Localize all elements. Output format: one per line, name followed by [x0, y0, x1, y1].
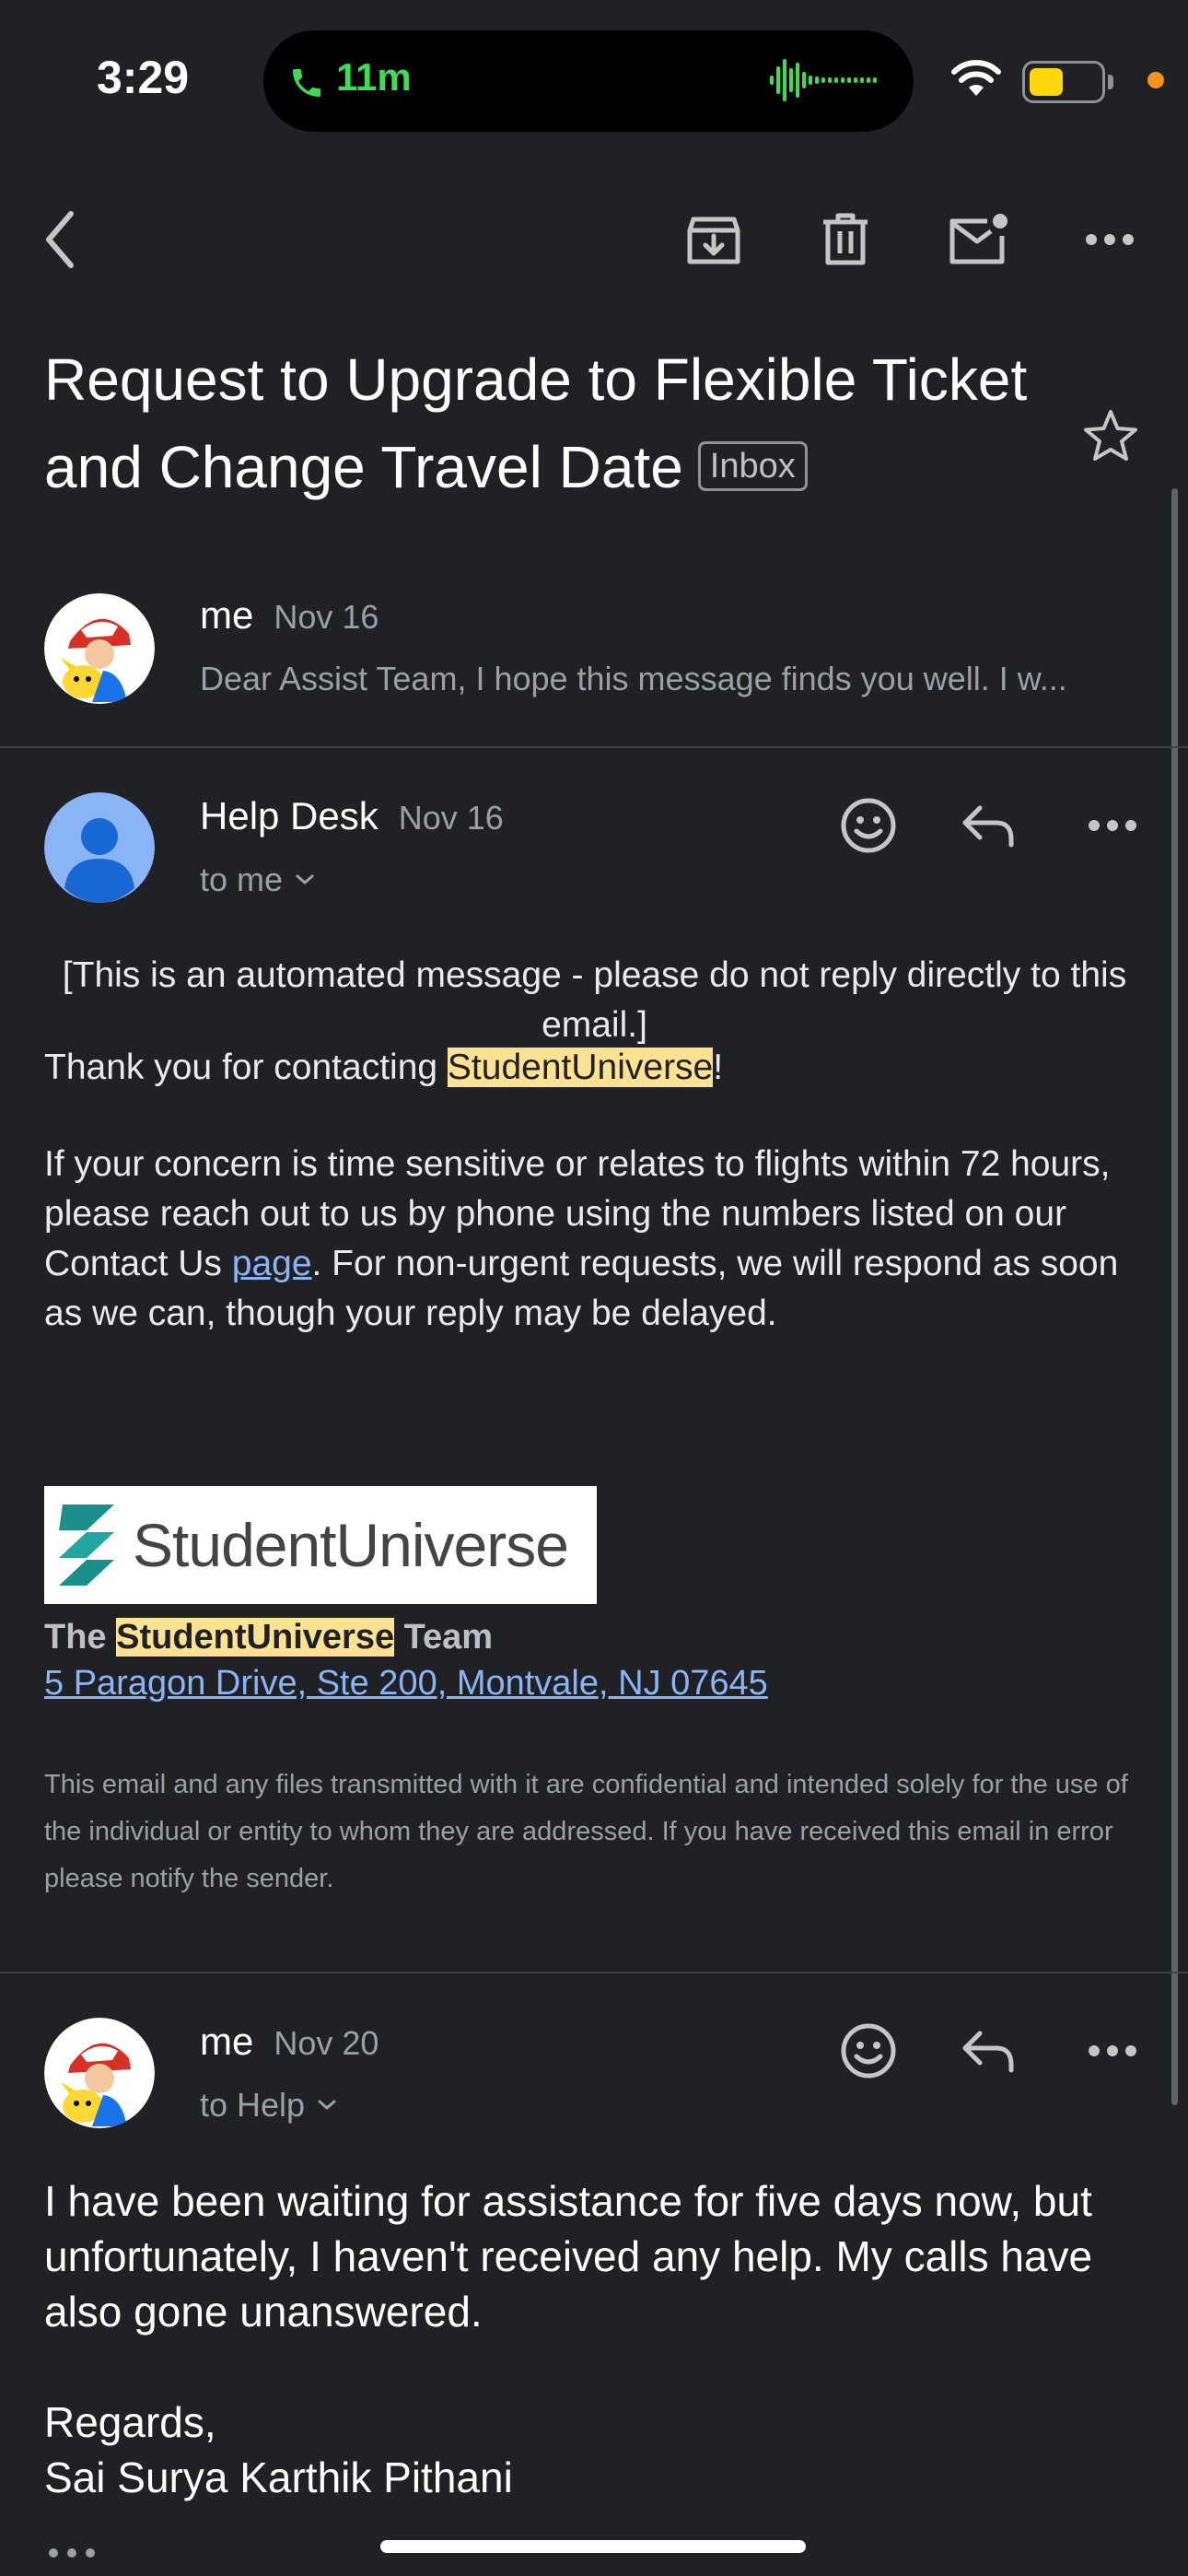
message-snippet: Dear Assist Team, I hope this message fi…: [200, 660, 1067, 697]
avatar-icon: [44, 593, 155, 704]
automated-notice: [This is an automated message - please d…: [62, 955, 1127, 1045]
thanks-prefix: Thank you for contacting: [44, 1048, 448, 1087]
more-icon: [1086, 234, 1134, 245]
wifi-icon: [951, 60, 1001, 96]
star-icon: [1084, 410, 1137, 461]
logo-text: StudentUniverse: [133, 1511, 569, 1579]
contact-paragraph: If your concern is time sensitive or rel…: [44, 1140, 1145, 1339]
divider: [0, 1972, 1188, 1973]
address-link[interactable]: 5 Paragon Drive, Ste 200, Montvale, NJ 0…: [44, 1664, 768, 1704]
reply-button[interactable]: [953, 790, 1023, 861]
confidentiality-disclaimer: This email and any files transmitted wit…: [44, 1770, 1128, 1893]
thank-you-line: Thank you for contacting StudentUniverse…: [44, 1043, 1145, 1093]
message-body: I have been waiting for assistance for f…: [44, 2177, 1093, 2336]
call-duration: 11m: [336, 55, 412, 99]
mark-unread-icon: [949, 214, 1007, 264]
recipient-line: to me: [200, 861, 284, 898]
recipient-details-toggle[interactable]: to Help: [200, 2086, 338, 2125]
battery-icon: [1022, 61, 1113, 103]
avatar: [44, 2018, 155, 2128]
back-button[interactable]: [28, 207, 92, 272]
sender-signature-name: Sai Surya Karthik Pithani: [44, 2453, 513, 2501]
message-date: Nov 20: [274, 2024, 379, 2062]
chevron-down-icon: [318, 2100, 336, 2110]
email-subject: Request to Upgrade to Flexible Ticket an…: [44, 336, 1039, 511]
divider: [0, 746, 1188, 748]
delete-button[interactable]: [813, 207, 878, 272]
recipient-details-toggle[interactable]: to me: [200, 861, 316, 899]
star-button[interactable]: [1076, 401, 1146, 471]
studentuniverse-logo: StudentUniverse: [44, 1486, 597, 1604]
delete-icon: [823, 213, 868, 265]
subject-text: Request to Upgrade to Flexible Ticket an…: [44, 346, 1028, 500]
more-options-button[interactable]: [1077, 207, 1142, 272]
phone-icon: [293, 69, 320, 97]
avatar-icon: [44, 2018, 155, 2128]
signature-suffix: Team: [394, 1618, 494, 1657]
waveform-icon: [770, 59, 877, 101]
signature-team: The StudentUniverse Team: [44, 1618, 493, 1657]
brand-highlight: StudentUniverse: [447, 1048, 714, 1087]
privacy-indicator: [1147, 72, 1164, 88]
signature-prefix: The: [44, 1618, 117, 1657]
status-time: 3:29: [97, 52, 190, 103]
contact-page-link[interactable]: page: [232, 1244, 312, 1283]
show-trimmed-content-button[interactable]: [44, 2539, 99, 2567]
more-icon: [1089, 2045, 1136, 2056]
message-closing: Regards,: [44, 2398, 216, 2446]
back-icon: [46, 211, 74, 268]
avatar-icon: [44, 792, 155, 903]
recipient-line: to Help: [200, 2086, 306, 2124]
chevron-down-icon: [296, 874, 314, 884]
reply-icon: [962, 2031, 1014, 2073]
message-more-button[interactable]: [1077, 790, 1147, 861]
scrollbar[interactable]: [1171, 488, 1178, 2105]
emoji-icon: [841, 2023, 896, 2078]
avatar: [44, 792, 155, 903]
sender-name: me: [200, 2020, 254, 2063]
more-icon: [1089, 820, 1136, 831]
message-date: Nov 16: [398, 799, 504, 837]
thanks-suffix: !: [713, 1048, 724, 1087]
sender-name: me: [200, 593, 254, 637]
react-emoji-button[interactable]: [833, 790, 903, 861]
react-emoji-button[interactable]: [833, 2016, 903, 2086]
logo-mark-icon: [59, 1505, 114, 1586]
avatar: [44, 593, 155, 704]
more-icon: [49, 2548, 95, 2558]
message-collapsed-1[interactable]: me Nov 16 Dear Assist Team, I hope this m…: [0, 571, 1170, 746]
archive-icon: [687, 217, 740, 264]
message-more-button[interactable]: [1077, 2016, 1147, 2086]
reply-icon: [962, 805, 1014, 848]
brand-highlight: StudentUniverse: [116, 1618, 395, 1657]
sender-name: Help Desk: [200, 794, 379, 837]
reply-button[interactable]: [953, 2016, 1023, 2086]
mark-unread-button[interactable]: [944, 207, 1014, 272]
emoji-icon: [841, 798, 896, 853]
message-date: Nov 16: [274, 598, 379, 636]
archive-button[interactable]: [681, 207, 746, 272]
home-indicator[interactable]: [380, 2540, 806, 2553]
inbox-label-badge[interactable]: Inbox: [697, 441, 808, 492]
